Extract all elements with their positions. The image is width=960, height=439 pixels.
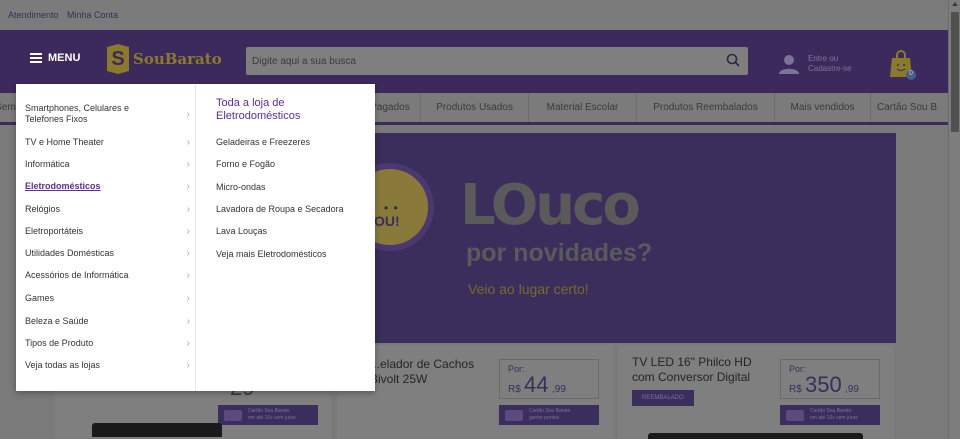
account-text: Entre ou Cadastre-se bbox=[808, 54, 852, 74]
cartao-badge: Cartão Sou Barato em até 10x sem juros bbox=[218, 405, 318, 425]
department-item-utilidades[interactable]: Utilidades Domésticas › bbox=[25, 248, 190, 259]
cartao-label: Cartão Sou Barato bbox=[810, 408, 852, 414]
logo-text: SouBarato bbox=[133, 50, 222, 68]
cartao-badge: Cartão Sou Barato em até 10x sem juros bbox=[780, 405, 880, 425]
product-title: TV LED 16" Philco HD com Conversor Digit… bbox=[632, 355, 752, 384]
chevron-right-icon: › bbox=[186, 181, 190, 192]
price-prefix: Por: bbox=[789, 364, 806, 374]
chevron-right-icon: › bbox=[186, 270, 190, 281]
department-item-tv[interactable]: TV e Home Theater › bbox=[25, 137, 190, 148]
subcategory-link[interactable]: Micro-ondas bbox=[216, 182, 266, 192]
atendimento-link[interactable]: Atendimento bbox=[8, 10, 59, 20]
product-title: ...elador de Cachos Bivolt 25W bbox=[370, 357, 475, 386]
price-currency: R$ bbox=[789, 384, 802, 395]
product-card[interactable]: ...elador de Cachos Bivolt 25W Por: R$ 4… bbox=[337, 345, 613, 439]
chevron-right-icon: › bbox=[186, 248, 190, 259]
subcategory-link[interactable]: Lavadora de Roupa e Secadora bbox=[216, 204, 344, 214]
product-price: 44 bbox=[524, 372, 549, 397]
department-item-beleza[interactable]: Beleza e Saúde › bbox=[25, 316, 190, 327]
menu-label: MENU bbox=[48, 52, 81, 64]
subcategory-link[interactable]: Forno e Fogão bbox=[216, 159, 275, 169]
department-item-eletrodomesticos[interactable]: Eletrodomésticos › bbox=[25, 181, 190, 192]
hamburger-icon bbox=[30, 53, 42, 63]
chevron-right-icon: › bbox=[186, 360, 190, 371]
chevron-right-icon: › bbox=[186, 204, 190, 215]
search-input[interactable] bbox=[246, 47, 716, 75]
chevron-right-icon: › bbox=[186, 293, 190, 304]
department-item-tipos[interactable]: Tipos de Produto › bbox=[25, 338, 190, 349]
cartao-label: Cartão Sou Barato bbox=[248, 408, 290, 414]
banner-subline: por novidades? bbox=[466, 239, 653, 267]
banner-tagline: Veio ao lugar certo! bbox=[468, 281, 589, 297]
subcategory-link[interactable]: Veja mais Eletrodomésticos bbox=[216, 249, 327, 259]
user-icon bbox=[779, 55, 799, 74]
chevron-right-icon: › bbox=[186, 109, 190, 120]
search-icon[interactable] bbox=[726, 53, 740, 67]
department-item-acessorios[interactable]: Acessórios de Informática › bbox=[25, 270, 190, 281]
department-all-link[interactable]: Toda a loja de Eletrodomésticos bbox=[216, 97, 366, 123]
shopping-bag-icon bbox=[890, 50, 916, 80]
banner-badge-text: OU! bbox=[374, 213, 400, 229]
reembalado-badge: REEMBALADO bbox=[632, 390, 694, 406]
product-card[interactable]: TV LED 16" Philco HD com Conversor Digit… bbox=[618, 345, 894, 439]
price-currency: R$ bbox=[508, 384, 521, 395]
cartao-terms: em até 10x sem juros bbox=[248, 415, 296, 421]
scroll-thumb[interactable] bbox=[951, 12, 959, 132]
department-item-smartphones[interactable]: Smartphones, Celulares e Telefones Fixos… bbox=[25, 103, 190, 125]
mega-menu: Smartphones, Celulares e Telefones Fixos… bbox=[16, 84, 375, 391]
department-item-games[interactable]: Games › bbox=[25, 293, 190, 304]
banner-headline: LOuco bbox=[460, 173, 641, 238]
chevron-right-icon: › bbox=[186, 159, 190, 170]
price-box: Por: R$ 350 ,99 bbox=[780, 359, 880, 399]
cartao-badge: Cartão Sou Barato ganhe pontos bbox=[499, 405, 599, 425]
subcategory-link[interactable]: Geladeiras e Freezeres bbox=[216, 137, 310, 147]
page-scrollbar[interactable] bbox=[948, 0, 960, 439]
minha-conta-link[interactable]: Minha Conta bbox=[67, 10, 118, 20]
department-list: Smartphones, Celulares e Telefones Fixos… bbox=[16, 84, 196, 391]
product-image bbox=[648, 433, 863, 439]
price-cents: ,99 bbox=[845, 384, 859, 395]
product-image bbox=[92, 423, 222, 437]
banner-eyes-icon: • • bbox=[384, 201, 399, 215]
category-tab[interactable]: Mais vendidos bbox=[774, 93, 870, 122]
scroll-up-arrow-icon[interactable] bbox=[952, 2, 958, 6]
chevron-right-icon: › bbox=[186, 226, 190, 237]
category-tab[interactable]: Material Escolar bbox=[528, 93, 636, 122]
account-link[interactable]: Entre ou Cadastre-se bbox=[778, 53, 852, 75]
register-label: Cadastre-se bbox=[808, 64, 852, 73]
category-tab[interactable]: Produtos Reembalados bbox=[636, 93, 774, 122]
subcategory-link[interactable]: Lava Louças bbox=[216, 226, 267, 236]
department-item-eletroportateis[interactable]: Eletroportáteis › bbox=[25, 226, 190, 237]
utility-bar: Atendimento Minha Conta bbox=[0, 0, 948, 30]
price-box: Por: R$ 44 ,99 bbox=[499, 359, 599, 399]
category-tab[interactable]: Cartão Sou B bbox=[870, 93, 948, 122]
cartao-terms: ganhe pontos bbox=[529, 415, 560, 421]
chevron-right-icon: › bbox=[186, 338, 190, 349]
price-prefix: Por: bbox=[508, 364, 525, 374]
category-tab[interactable]: Produtos Usados bbox=[420, 93, 528, 122]
department-item-relogios[interactable]: Relógios › bbox=[25, 204, 190, 215]
search-box bbox=[246, 47, 748, 75]
login-label: Entre ou bbox=[808, 54, 839, 63]
cartao-terms: em até 10x sem juros bbox=[810, 415, 858, 421]
chevron-right-icon: › bbox=[186, 316, 190, 327]
logo-badge-icon: S bbox=[107, 44, 129, 74]
price-cents: ,99 bbox=[552, 384, 566, 395]
cartao-label: Cartão Sou Barato bbox=[529, 408, 571, 414]
site-logo[interactable]: S SouBarato bbox=[107, 44, 222, 74]
department-item-todas[interactable]: Veja todas as lojas › bbox=[25, 360, 190, 371]
product-price: 350 bbox=[805, 372, 842, 397]
cart-button[interactable]: 0 bbox=[888, 49, 918, 81]
department-item-informatica[interactable]: Informática › bbox=[25, 159, 190, 170]
menu-button[interactable]: MENU bbox=[30, 52, 80, 64]
cart-count-badge: 0 bbox=[909, 70, 913, 77]
chevron-right-icon: › bbox=[186, 137, 190, 148]
